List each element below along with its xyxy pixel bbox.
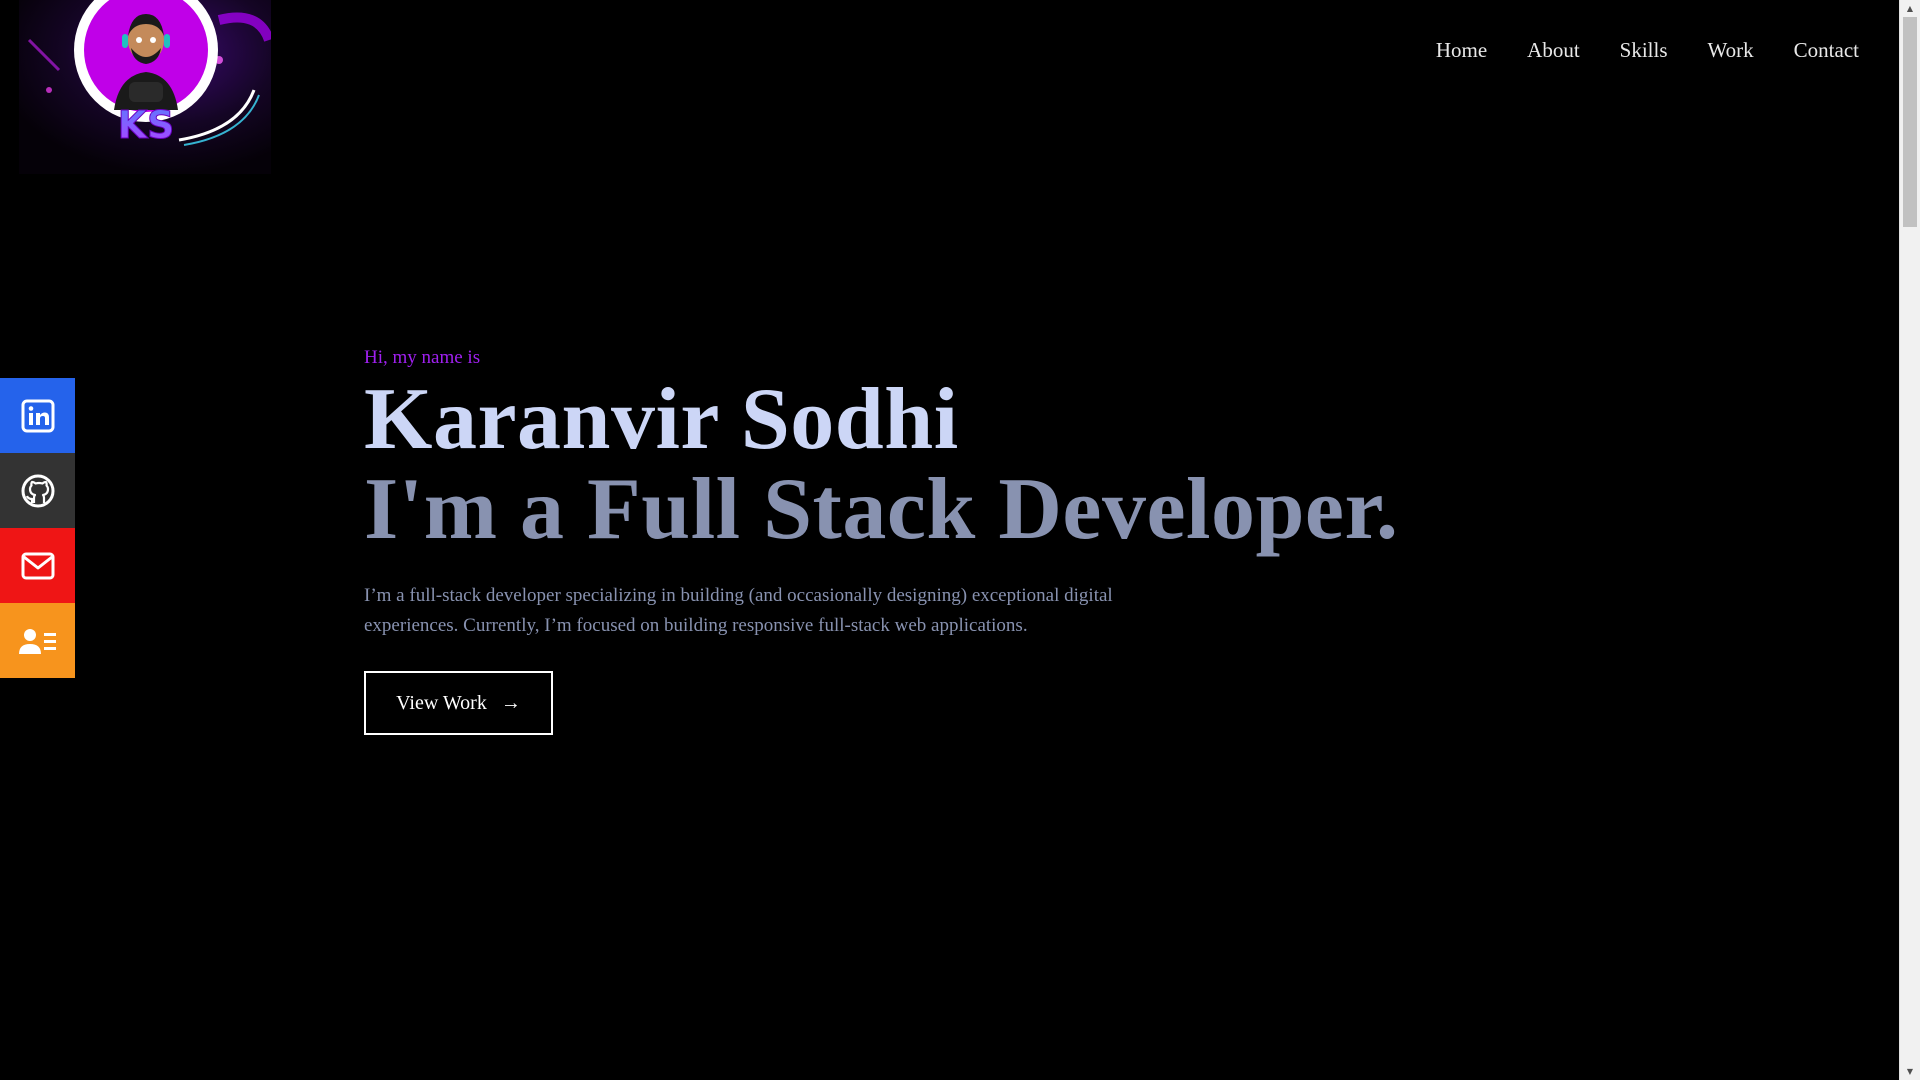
hero-tagline: I'm a Full Stack Developer. [364, 461, 1399, 558]
nav-skills[interactable]: Skills [1620, 36, 1668, 64]
scroll-down-icon[interactable]: ▼ [1900, 1063, 1920, 1080]
hero-name: Karanvir Sodhi [364, 371, 959, 468]
nav-contact[interactable]: Contact [1794, 36, 1859, 64]
hero-description: I’m a full-stack developer specializing … [364, 585, 1113, 636]
nav-about[interactable]: About [1527, 36, 1580, 64]
arrow-right-icon: → [500, 691, 521, 714]
linkedin-icon [21, 399, 54, 432]
mail-icon [21, 552, 54, 579]
resume-icon [18, 628, 56, 654]
hero-intro: Hi, my name is [364, 347, 481, 368]
site-logo[interactable]: KS [19, 0, 271, 174]
nav-home[interactable]: Home [1436, 36, 1487, 64]
logo-avatar-image: KS [19, 0, 271, 174]
hero-section: Hi, my name is Karanvir Sodhi I'm a Full… [364, 345, 1564, 735]
github-link[interactable] [0, 453, 75, 528]
page-scrollbar[interactable]: ▲ ▼ [1899, 0, 1920, 1080]
social-links [0, 378, 75, 678]
scrollbar-thumb[interactable] [1903, 17, 1917, 227]
linkedin-link[interactable] [0, 378, 75, 453]
main-nav: Home About Skills Work Contact [1436, 36, 1859, 64]
scroll-up-icon[interactable]: ▲ [1900, 0, 1920, 17]
nav-work[interactable]: Work [1708, 36, 1754, 64]
email-link[interactable] [0, 528, 75, 603]
github-icon [21, 474, 54, 507]
view-work-button[interactable]: View Work → [364, 671, 553, 735]
logo-initials: KS [118, 103, 175, 147]
resume-link[interactable] [0, 603, 75, 678]
view-work-label: View Work [396, 691, 487, 714]
